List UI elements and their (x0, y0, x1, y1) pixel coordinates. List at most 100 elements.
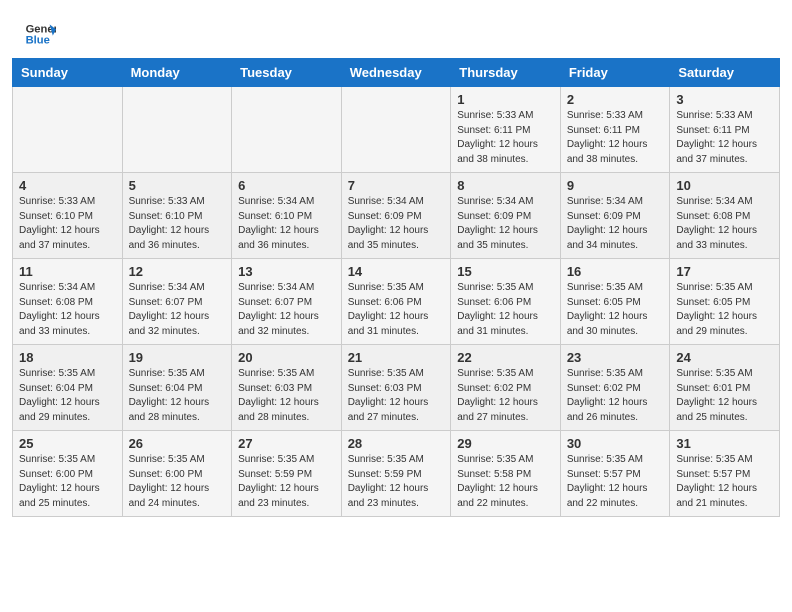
day-info: Sunrise: 5:33 AM Sunset: 6:11 PM Dayligh… (676, 109, 773, 167)
calendar-cell: 12 Sunrise: 5:34 AM Sunset: 6:07 PM Dayli… (122, 259, 232, 345)
day-header-tuesday: Tuesday (232, 59, 342, 87)
day-info: Sunrise: 5:35 AM Sunset: 6:01 PM Dayligh… (676, 367, 773, 425)
calendar-cell (341, 87, 451, 173)
calendar-cell: 11 Sunrise: 5:34 AM Sunset: 6:08 PM Dayli… (13, 259, 123, 345)
page-header: General Blue (0, 0, 792, 58)
calendar-cell: 31 Sunrise: 5:35 AM Sunset: 5:57 PM Dayli… (670, 431, 780, 517)
logo: General Blue (24, 18, 56, 50)
day-number: 18 (19, 350, 116, 365)
day-number: 4 (19, 178, 116, 193)
day-info: Sunrise: 5:35 AM Sunset: 6:05 PM Dayligh… (567, 281, 664, 339)
day-number: 5 (129, 178, 226, 193)
day-number: 14 (348, 264, 445, 279)
calendar-header: SundayMondayTuesdayWednesdayThursdayFrid… (13, 59, 780, 87)
calendar-cell: 27 Sunrise: 5:35 AM Sunset: 5:59 PM Dayli… (232, 431, 342, 517)
day-number: 22 (457, 350, 554, 365)
day-info: Sunrise: 5:35 AM Sunset: 5:57 PM Dayligh… (567, 453, 664, 511)
calendar-wrapper: SundayMondayTuesdayWednesdayThursdayFrid… (0, 58, 792, 529)
calendar-cell: 25 Sunrise: 5:35 AM Sunset: 6:00 PM Dayli… (13, 431, 123, 517)
day-info: Sunrise: 5:35 AM Sunset: 5:57 PM Dayligh… (676, 453, 773, 511)
calendar-cell (232, 87, 342, 173)
calendar-cell: 15Sunrise: 5:35 AM Sunset: 6:06 PM Dayli… (451, 259, 561, 345)
day-number: 24 (676, 350, 773, 365)
day-number: 17 (676, 264, 773, 279)
day-number: 11 (19, 264, 116, 279)
calendar-cell: 18 Sunrise: 5:35 AM Sunset: 6:04 PM Dayli… (13, 345, 123, 431)
day-number: 30 (567, 436, 664, 451)
day-number: 7 (348, 178, 445, 193)
day-info: Sunrise: 5:35 AM Sunset: 5:59 PM Dayligh… (238, 453, 335, 511)
day-number: 10 (676, 178, 773, 193)
day-number: 31 (676, 436, 773, 451)
day-header-thursday: Thursday (451, 59, 561, 87)
day-number: 19 (129, 350, 226, 365)
week-row-4: 18 Sunrise: 5:35 AM Sunset: 6:04 PM Dayli… (13, 345, 780, 431)
day-info: Sunrise: 5:34 AM Sunset: 6:08 PM Dayligh… (676, 195, 773, 253)
day-number: 21 (348, 350, 445, 365)
day-info: Sunrise: 5:34 AM Sunset: 6:07 PM Dayligh… (129, 281, 226, 339)
day-info: Sunrise: 5:35 AM Sunset: 6:02 PM Dayligh… (457, 367, 554, 425)
calendar-cell: 20 Sunrise: 5:35 AM Sunset: 6:03 PM Dayli… (232, 345, 342, 431)
week-row-3: 11 Sunrise: 5:34 AM Sunset: 6:08 PM Dayli… (13, 259, 780, 345)
day-number: 9 (567, 178, 664, 193)
day-number: 28 (348, 436, 445, 451)
day-info: Sunrise: 5:34 AM Sunset: 6:09 PM Dayligh… (567, 195, 664, 253)
week-row-1: 1Sunrise: 5:33 AM Sunset: 6:11 PM Daylig… (13, 87, 780, 173)
calendar-cell: 7 Sunrise: 5:34 AM Sunset: 6:09 PM Daylig… (341, 173, 451, 259)
calendar-cell: 28Sunrise: 5:35 AM Sunset: 5:59 PM Dayli… (341, 431, 451, 517)
calendar-cell: 6Sunrise: 5:34 AM Sunset: 6:10 PM Daylig… (232, 173, 342, 259)
day-info: Sunrise: 5:33 AM Sunset: 6:10 PM Dayligh… (19, 195, 116, 253)
calendar-body: 1Sunrise: 5:33 AM Sunset: 6:11 PM Daylig… (13, 87, 780, 517)
svg-text:Blue: Blue (26, 35, 50, 47)
day-info: Sunrise: 5:35 AM Sunset: 6:02 PM Dayligh… (567, 367, 664, 425)
calendar-cell: 14 Sunrise: 5:35 AM Sunset: 6:06 PM Dayli… (341, 259, 451, 345)
day-number: 15 (457, 264, 554, 279)
day-info: Sunrise: 5:35 AM Sunset: 6:06 PM Dayligh… (348, 281, 445, 339)
calendar-cell (13, 87, 123, 173)
day-info: Sunrise: 5:35 AM Sunset: 6:03 PM Dayligh… (348, 367, 445, 425)
day-header-friday: Friday (560, 59, 670, 87)
day-headers-row: SundayMondayTuesdayWednesdayThursdayFrid… (13, 59, 780, 87)
calendar-cell: 19Sunrise: 5:35 AM Sunset: 6:04 PM Dayli… (122, 345, 232, 431)
day-number: 2 (567, 92, 664, 107)
day-info: Sunrise: 5:34 AM Sunset: 6:09 PM Dayligh… (348, 195, 445, 253)
week-row-2: 4 Sunrise: 5:33 AM Sunset: 6:10 PM Daylig… (13, 173, 780, 259)
day-number: 3 (676, 92, 773, 107)
day-info: Sunrise: 5:34 AM Sunset: 6:08 PM Dayligh… (19, 281, 116, 339)
day-info: Sunrise: 5:35 AM Sunset: 6:05 PM Dayligh… (676, 281, 773, 339)
day-number: 26 (129, 436, 226, 451)
day-info: Sunrise: 5:35 AM Sunset: 6:03 PM Dayligh… (238, 367, 335, 425)
week-row-5: 25 Sunrise: 5:35 AM Sunset: 6:00 PM Dayli… (13, 431, 780, 517)
calendar-cell: 9 Sunrise: 5:34 AM Sunset: 6:09 PM Daylig… (560, 173, 670, 259)
day-number: 6 (238, 178, 335, 193)
day-number: 25 (19, 436, 116, 451)
calendar-cell: 13 Sunrise: 5:34 AM Sunset: 6:07 PM Dayli… (232, 259, 342, 345)
calendar-cell: 8Sunrise: 5:34 AM Sunset: 6:09 PM Daylig… (451, 173, 561, 259)
day-number: 13 (238, 264, 335, 279)
day-number: 12 (129, 264, 226, 279)
day-info: Sunrise: 5:33 AM Sunset: 6:11 PM Dayligh… (567, 109, 664, 167)
day-info: Sunrise: 5:35 AM Sunset: 5:58 PM Dayligh… (457, 453, 554, 511)
calendar-cell: 22 Sunrise: 5:35 AM Sunset: 6:02 PM Dayli… (451, 345, 561, 431)
calendar-cell: 1Sunrise: 5:33 AM Sunset: 6:11 PM Daylig… (451, 87, 561, 173)
day-number: 27 (238, 436, 335, 451)
calendar-cell: 16Sunrise: 5:35 AM Sunset: 6:05 PM Dayli… (560, 259, 670, 345)
calendar-cell: 3 Sunrise: 5:33 AM Sunset: 6:11 PM Daylig… (670, 87, 780, 173)
day-info: Sunrise: 5:35 AM Sunset: 6:00 PM Dayligh… (19, 453, 116, 511)
calendar-cell: 4 Sunrise: 5:33 AM Sunset: 6:10 PM Daylig… (13, 173, 123, 259)
day-number: 8 (457, 178, 554, 193)
day-info: Sunrise: 5:33 AM Sunset: 6:10 PM Dayligh… (129, 195, 226, 253)
day-info: Sunrise: 5:33 AM Sunset: 6:11 PM Dayligh… (457, 109, 554, 167)
calendar-cell: 24 Sunrise: 5:35 AM Sunset: 6:01 PM Dayli… (670, 345, 780, 431)
day-header-monday: Monday (122, 59, 232, 87)
day-header-saturday: Saturday (670, 59, 780, 87)
day-number: 20 (238, 350, 335, 365)
day-info: Sunrise: 5:34 AM Sunset: 6:07 PM Dayligh… (238, 281, 335, 339)
day-info: Sunrise: 5:35 AM Sunset: 6:04 PM Dayligh… (19, 367, 116, 425)
calendar-cell: 23Sunrise: 5:35 AM Sunset: 6:02 PM Dayli… (560, 345, 670, 431)
day-number: 29 (457, 436, 554, 451)
calendar-cell: 10 Sunrise: 5:34 AM Sunset: 6:08 PM Dayli… (670, 173, 780, 259)
calendar-cell: 2 Sunrise: 5:33 AM Sunset: 6:11 PM Daylig… (560, 87, 670, 173)
logo-icon: General Blue (24, 18, 56, 50)
calendar-cell: 17 Sunrise: 5:35 AM Sunset: 6:05 PM Dayli… (670, 259, 780, 345)
